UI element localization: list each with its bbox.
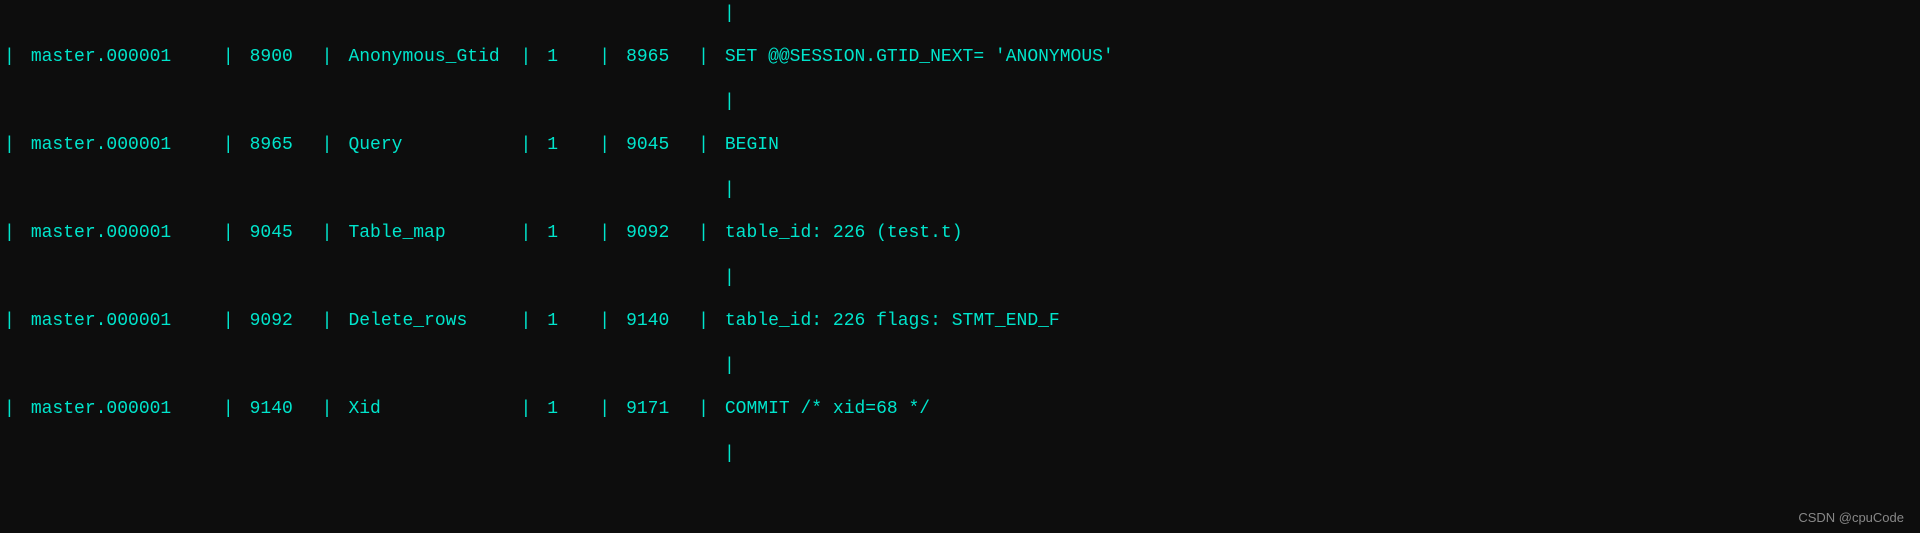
cell-end-log-pos: 9140 <box>614 309 694 334</box>
cell-event-type: Table_map <box>336 221 516 246</box>
cell-event-type: Anonymous_Gtid <box>336 45 516 70</box>
pipe: | <box>0 397 19 422</box>
bottom-connector-pipe: | <box>724 444 735 464</box>
pipe: | <box>595 133 614 158</box>
table-row: | master.000001 | 9140 | Xid | 1 | 9171 … <box>0 380 1920 440</box>
cell-pos: 9045 <box>238 221 318 246</box>
pipe: | <box>694 133 713 158</box>
connector-row: | <box>0 176 1920 204</box>
cell-end-log-pos: 9092 <box>614 221 694 246</box>
connector-row: | <box>0 88 1920 116</box>
top-connector-pipe: | <box>724 4 735 24</box>
table-row: | master.000001 | 8900 | Anonymous_Gtid … <box>0 28 1920 88</box>
pipe: | <box>694 45 713 70</box>
cell-log-name: master.000001 <box>19 221 219 246</box>
connector-pipe: | <box>724 356 735 376</box>
pipe: | <box>694 309 713 334</box>
log-rows-container: | master.000001 | 8900 | Anonymous_Gtid … <box>0 28 1920 440</box>
pipe: | <box>595 221 614 246</box>
pipe: | <box>219 133 238 158</box>
connector-pipe: | <box>724 268 735 288</box>
cell-end-log-pos: 8965 <box>614 45 694 70</box>
pipe: | <box>516 45 535 70</box>
pipe: | <box>595 397 614 422</box>
pipe: | <box>516 221 535 246</box>
table-row: | master.000001 | 9092 | Delete_rows | 1… <box>0 292 1920 352</box>
pipe: | <box>219 309 238 334</box>
pipe: | <box>516 133 535 158</box>
watermark-label: CSDN @cpuCode <box>1798 510 1904 525</box>
cell-info: table_id: 226 (test.t) <box>713 221 1920 246</box>
pipe: | <box>0 45 19 70</box>
cell-pos: 9092 <box>238 309 318 334</box>
cell-server-id: 1 <box>535 45 595 70</box>
pipe: | <box>595 309 614 334</box>
cell-pos: 9140 <box>238 397 318 422</box>
cell-event-type: Query <box>336 133 516 158</box>
pipe: | <box>219 397 238 422</box>
pipe: | <box>0 309 19 334</box>
cell-info: table_id: 226 flags: STMT_END_F <box>713 309 1920 334</box>
cell-end-log-pos: 9045 <box>614 133 694 158</box>
table-row: | master.000001 | 8965 | Query | 1 | 904… <box>0 116 1920 176</box>
pipe: | <box>219 45 238 70</box>
connector-row: | <box>0 352 1920 380</box>
cell-log-name: master.000001 <box>19 45 219 70</box>
cell-info: BEGIN <box>713 133 1920 158</box>
connector-row: | <box>0 264 1920 292</box>
pipe: | <box>318 397 337 422</box>
cell-info: SET @@SESSION.GTID_NEXT= 'ANONYMOUS' <box>713 45 1920 70</box>
cell-event-type: Delete_rows <box>336 309 516 334</box>
cell-server-id: 1 <box>535 221 595 246</box>
terminal-container: | | master.000001 | 8900 | Anonymous_Gti… <box>0 0 1920 533</box>
cell-log-name: master.000001 <box>19 397 219 422</box>
cell-pos: 8900 <box>238 45 318 70</box>
top-connector-row: | <box>0 0 1920 28</box>
pipe: | <box>318 309 337 334</box>
cell-server-id: 1 <box>535 133 595 158</box>
pipe: | <box>694 221 713 246</box>
cell-end-log-pos: 9171 <box>614 397 694 422</box>
cell-log-name: master.000001 <box>19 133 219 158</box>
pipe: | <box>219 221 238 246</box>
cell-event-type: Xid <box>336 397 516 422</box>
cell-server-id: 1 <box>535 309 595 334</box>
bottom-connector-row: | <box>0 440 1920 468</box>
table-row: | master.000001 | 9045 | Table_map | 1 |… <box>0 204 1920 264</box>
connector-pipe: | <box>724 92 735 112</box>
cell-pos: 8965 <box>238 133 318 158</box>
pipe: | <box>516 397 535 422</box>
pipe: | <box>0 221 19 246</box>
pipe: | <box>516 309 535 334</box>
cell-info: COMMIT /* xid=68 */ <box>713 397 1920 422</box>
cell-log-name: master.000001 <box>19 309 219 334</box>
cell-server-id: 1 <box>535 397 595 422</box>
pipe: | <box>318 133 337 158</box>
pipe: | <box>0 133 19 158</box>
pipe: | <box>694 397 713 422</box>
pipe: | <box>318 221 337 246</box>
pipe: | <box>595 45 614 70</box>
pipe: | <box>318 45 337 70</box>
connector-pipe: | <box>724 180 735 200</box>
